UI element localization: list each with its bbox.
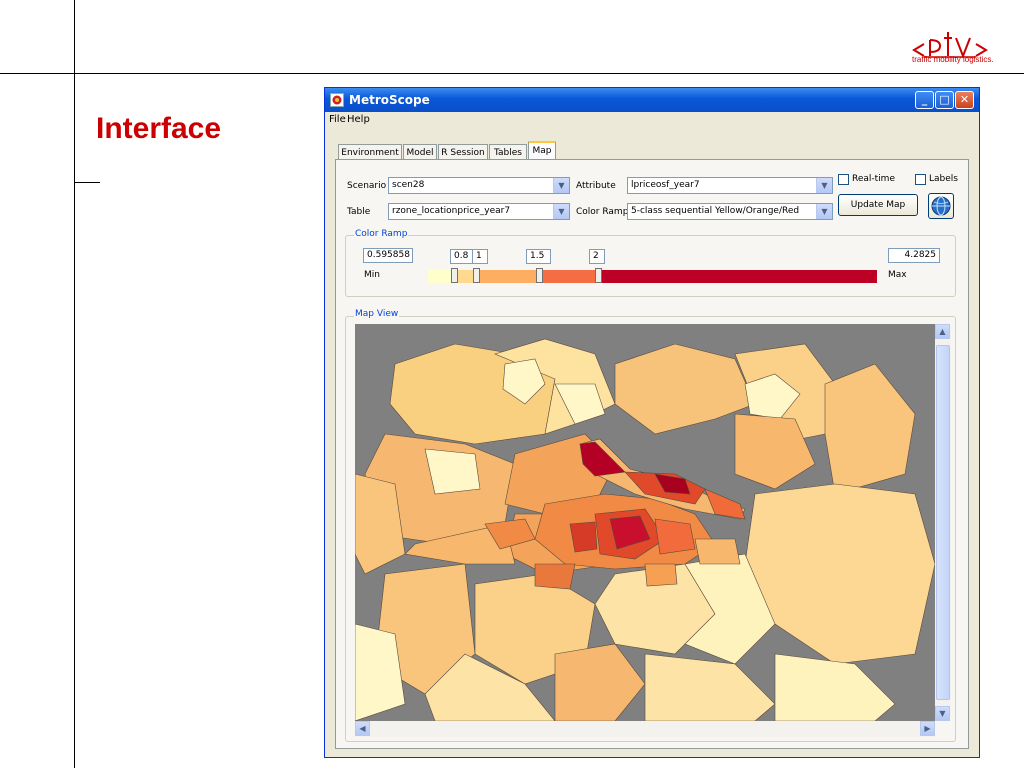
tab-r-session[interactable]: R Session	[438, 144, 488, 160]
slide-horizontal-rule	[0, 73, 1024, 74]
globe-button[interactable]	[928, 193, 954, 219]
ramp-slider-thumb[interactable]	[536, 268, 543, 283]
map-canvas[interactable]	[355, 324, 935, 721]
color-ramp-label: Color Ramp	[576, 207, 629, 217]
color-ramp-select[interactable]: 5-class sequential Yellow/Orange/Red ▼	[627, 203, 833, 220]
window-title: MetroScope	[349, 93, 430, 107]
scroll-right-icon[interactable]: ▶	[920, 721, 935, 736]
realtime-label: Real-time	[852, 174, 895, 184]
break-box[interactable]: 1	[472, 249, 488, 264]
update-map-button[interactable]: Update Map	[838, 194, 918, 216]
break-box[interactable]: 0.8	[450, 249, 473, 264]
tab-tables[interactable]: Tables	[489, 144, 527, 160]
slide-title: Interface	[96, 112, 222, 145]
attribute-value: lpriceosf_year7	[631, 180, 700, 190]
vertical-scrollbar[interactable]: ▲ ▼	[935, 324, 951, 721]
title-underline	[74, 182, 100, 183]
menu-file[interactable]: File	[329, 114, 346, 125]
labels-checkbox[interactable]	[915, 174, 926, 185]
scenario-select[interactable]: scen28 ▼	[388, 177, 570, 194]
tab-environment[interactable]: Environment	[338, 144, 402, 160]
app-icon	[330, 93, 344, 107]
ramp-slider-thumb[interactable]	[451, 268, 458, 283]
chevron-down-icon[interactable]: ▼	[553, 204, 569, 219]
table-value: rzone_locationprice_year7	[392, 206, 511, 216]
ramp-slider-thumb[interactable]	[473, 268, 480, 283]
title-bar[interactable]: MetroScope _ □ ✕	[325, 88, 979, 112]
scroll-up-icon[interactable]: ▲	[935, 324, 950, 339]
ramp-slider-thumb[interactable]	[595, 268, 602, 283]
map-view-title: Map View	[354, 309, 400, 319]
min-label: Min	[364, 270, 380, 280]
scenario-label: Scenario	[347, 181, 387, 191]
labels-label: Labels	[929, 174, 958, 184]
table-select[interactable]: rzone_locationprice_year7 ▼	[388, 203, 570, 220]
chevron-down-icon[interactable]: ▼	[816, 178, 832, 193]
menu-help[interactable]: Help	[347, 114, 370, 125]
color-ramp-group	[345, 235, 956, 297]
close-button[interactable]: ✕	[955, 91, 974, 109]
horizontal-scrollbar[interactable]: ◀ ▶	[355, 721, 935, 737]
break-box[interactable]: 1.5	[526, 249, 551, 264]
max-value-field[interactable]: 4.2825	[888, 248, 940, 263]
globe-icon	[931, 196, 951, 216]
color-ramp-value: 5-class sequential Yellow/Orange/Red	[631, 206, 800, 216]
menu-bar: File Help	[325, 112, 979, 128]
ramp-segment	[476, 270, 539, 283]
scenario-value: scen28	[392, 180, 425, 190]
slide-vertical-rule	[74, 0, 75, 768]
ramp-segment	[539, 270, 598, 283]
max-label: Max	[888, 270, 907, 280]
minimize-button[interactable]: _	[915, 91, 934, 109]
table-label: Table	[347, 207, 371, 217]
ramp-segment	[598, 270, 877, 283]
maximize-button[interactable]: □	[935, 91, 954, 109]
logo-tagline: traffic mobility logistics.	[912, 55, 994, 64]
color-ramp-group-title: Color Ramp	[354, 229, 409, 239]
break-box[interactable]: 2	[589, 249, 605, 264]
chevron-down-icon[interactable]: ▼	[816, 204, 832, 219]
tab-map[interactable]: Map	[528, 141, 556, 160]
scroll-down-icon[interactable]: ▼	[935, 706, 950, 721]
scroll-left-icon[interactable]: ◀	[355, 721, 370, 736]
attribute-select[interactable]: lpriceosf_year7 ▼	[627, 177, 833, 194]
chevron-down-icon[interactable]: ▼	[553, 178, 569, 193]
min-value-field[interactable]: 0.595858	[363, 248, 413, 263]
choropleth-map	[355, 338, 935, 721]
attribute-label: Attribute	[576, 181, 616, 191]
vertical-scroll-thumb[interactable]	[936, 345, 950, 700]
tab-model[interactable]: Model	[403, 144, 437, 160]
realtime-checkbox[interactable]	[838, 174, 849, 185]
